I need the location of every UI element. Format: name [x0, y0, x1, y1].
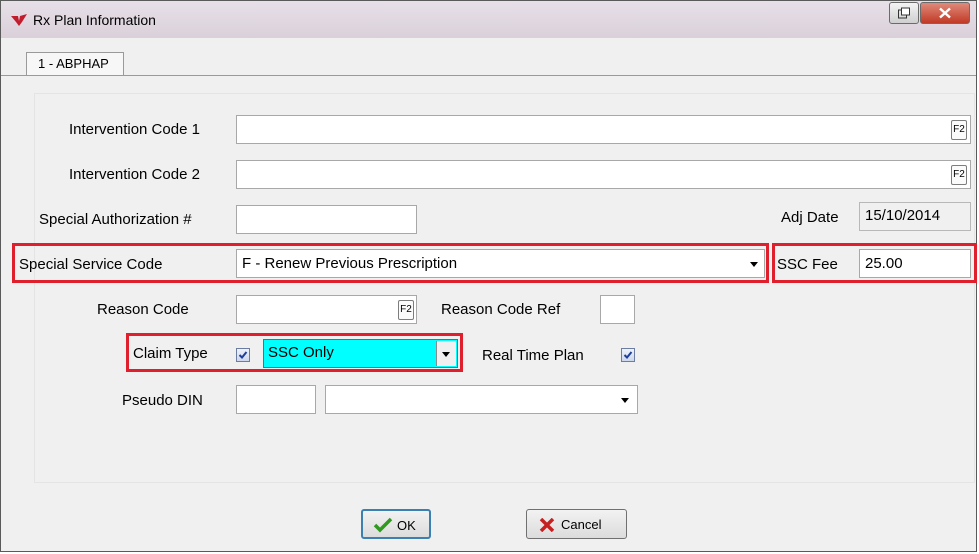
app-logo-icon: [11, 14, 27, 26]
reason-code-label: Reason Code: [97, 301, 189, 318]
claim-type-value: SSC Only: [268, 344, 334, 361]
restore-button[interactable]: [889, 2, 919, 24]
checkmark-icon: [373, 517, 393, 533]
reason-code-ref-label: Reason Code Ref: [441, 301, 561, 318]
real-time-plan-checkbox[interactable]: [621, 348, 635, 362]
claim-type-dropdown-button[interactable]: [436, 341, 456, 366]
ssc-fee-label: SSC Fee: [777, 256, 838, 273]
window-title: Rx Plan Information: [33, 12, 156, 28]
special-service-code-value: F - Renew Previous Prescription: [242, 255, 458, 272]
adj-date-label: Adj Date: [781, 209, 839, 226]
cancel-x-icon: [539, 518, 555, 532]
claim-type-checkbox[interactable]: [236, 348, 250, 362]
tab-divider: [1, 75, 976, 76]
pseudo-din-label: Pseudo DIN: [122, 392, 203, 409]
close-button[interactable]: [920, 2, 970, 24]
reason-code-input[interactable]: [236, 295, 417, 324]
intervention-code-1-lookup-button[interactable]: F2: [951, 120, 967, 140]
form-panel: [34, 93, 975, 483]
checkmark-icon: [623, 351, 633, 359]
ssc-fee-input[interactable]: 25.00: [859, 249, 971, 278]
reason-code-ref-input[interactable]: [600, 295, 635, 324]
cancel-button[interactable]: Cancel: [526, 509, 627, 539]
ok-button[interactable]: OK: [361, 509, 431, 539]
intervention-code-2-label: Intervention Code 2: [69, 166, 200, 183]
special-authorization-input[interactable]: [236, 205, 417, 234]
close-icon: [939, 7, 951, 19]
restore-icon: [898, 7, 910, 19]
special-service-code-select[interactable]: F - Renew Previous Prescription: [236, 249, 765, 278]
cancel-button-label: Cancel: [561, 517, 602, 532]
special-service-code-label: Special Service Code: [19, 256, 163, 273]
rx-plan-window: Rx Plan Information 1 - ABPHAP Intervent…: [0, 0, 977, 552]
pseudo-din-input[interactable]: [236, 385, 316, 414]
special-service-code-dropdown-icon[interactable]: [750, 262, 758, 267]
pseudo-din-dropdown-icon[interactable]: [621, 398, 629, 403]
adj-date-field: 15/10/2014: [859, 202, 971, 231]
intervention-code-1-label: Intervention Code 1: [69, 121, 200, 138]
special-authorization-label: Special Authorization #: [39, 211, 192, 228]
ok-button-label: OK: [397, 518, 416, 533]
checkmark-icon: [238, 351, 248, 359]
pseudo-din-select[interactable]: [325, 385, 638, 414]
real-time-plan-label: Real Time Plan: [482, 347, 584, 364]
intervention-code-2-lookup-button[interactable]: F2: [951, 165, 967, 185]
intervention-code-2-input[interactable]: [236, 160, 971, 189]
tab-abphap[interactable]: 1 - ABPHAP: [26, 52, 124, 76]
claim-type-label: Claim Type: [133, 345, 208, 362]
intervention-code-1-input[interactable]: [236, 115, 971, 144]
reason-code-lookup-button[interactable]: F2: [398, 300, 414, 320]
title-bar: Rx Plan Information: [1, 1, 976, 38]
chevron-down-icon: [442, 352, 450, 357]
claim-type-select[interactable]: SSC Only: [263, 339, 458, 368]
